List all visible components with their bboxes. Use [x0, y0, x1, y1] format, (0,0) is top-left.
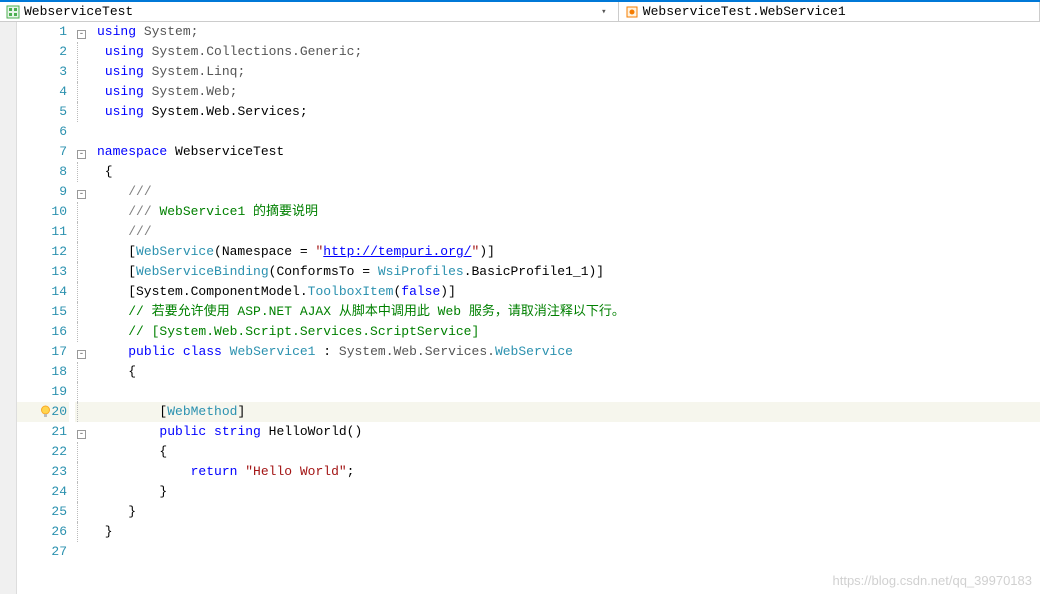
code-line: namespace WebserviceTest: [97, 142, 1040, 162]
code-line: ///: [97, 222, 1040, 242]
class-icon: [625, 5, 639, 19]
line-number: 3: [17, 62, 69, 82]
code-line: [97, 122, 1040, 142]
line-number: 25: [17, 502, 69, 522]
csharp-project-icon: [6, 5, 20, 19]
code-line: return "Hello World";: [97, 462, 1040, 482]
line-number: 24: [17, 482, 69, 502]
line-number: 6: [17, 122, 69, 142]
line-number: 13: [17, 262, 69, 282]
line-number: 12: [17, 242, 69, 262]
line-number: 26: [17, 522, 69, 542]
code-line: // [System.Web.Script.Services.ScriptSer…: [97, 322, 1040, 342]
code-line: {: [97, 442, 1040, 462]
code-line: public string HelloWorld(): [97, 422, 1040, 442]
code-line: // 若要允许使用 ASP.NET AJAX 从脚本中调用此 Web 服务，请取…: [97, 302, 1040, 322]
line-number: 18: [17, 362, 69, 382]
fold-column[interactable]: - - - - -: [75, 22, 97, 594]
breadcrumb-bar: WebserviceTest ▾ WebserviceTest.WebServi…: [0, 0, 1040, 22]
code-line: {: [97, 362, 1040, 382]
fold-toggle[interactable]: -: [77, 350, 86, 359]
fold-toggle[interactable]: -: [77, 150, 86, 159]
code-line: using System;: [97, 22, 1040, 42]
line-number: 17: [17, 342, 69, 362]
code-line: [97, 382, 1040, 402]
code-line: using System.Collections.Generic;: [97, 42, 1040, 62]
code-line: [WebService(Namespace = "http://tempuri.…: [97, 242, 1040, 262]
line-number: 2: [17, 42, 69, 62]
line-number: 22: [17, 442, 69, 462]
code-line: public class WebService1 : System.Web.Se…: [97, 342, 1040, 362]
code-line: {: [97, 162, 1040, 182]
line-number: 27: [17, 542, 69, 562]
code-line: /// WebService1 的摘要说明: [97, 202, 1040, 222]
line-number: 21: [17, 422, 69, 442]
code-line: [System.ComponentModel.ToolboxItem(false…: [97, 282, 1040, 302]
line-number: 10: [17, 202, 69, 222]
code-line: [WebServiceBinding(ConformsTo = WsiProfi…: [97, 262, 1040, 282]
code-line: using System.Web;: [97, 82, 1040, 102]
code-line: [WebMethod]: [97, 402, 1040, 422]
line-number: 9: [17, 182, 69, 202]
line-number: 5: [17, 102, 69, 122]
type-selector[interactable]: WebserviceTest.WebService1: [619, 2, 1040, 21]
code-line: }: [97, 502, 1040, 522]
line-number: 7: [17, 142, 69, 162]
line-number: 16: [17, 322, 69, 342]
code-line: using System.Linq;: [97, 62, 1040, 82]
line-number: 19: [17, 382, 69, 402]
code-line: using System.Web.Services;: [97, 102, 1040, 122]
vertical-scrollbar[interactable]: [0, 22, 17, 594]
fold-toggle[interactable]: -: [77, 430, 86, 439]
line-number: 14: [17, 282, 69, 302]
chevron-down-icon[interactable]: ▾: [596, 7, 612, 17]
lightbulb-icon[interactable]: [39, 405, 52, 425]
fold-toggle[interactable]: -: [77, 30, 86, 39]
line-number: 1: [17, 22, 69, 42]
line-number: 8: [17, 162, 69, 182]
code-line: }: [97, 482, 1040, 502]
line-number: 23: [17, 462, 69, 482]
line-number: 15: [17, 302, 69, 322]
fold-toggle[interactable]: -: [77, 190, 86, 199]
line-number-gutter: 1234567891011121314151617181920212223242…: [17, 22, 75, 594]
code-line: ///: [97, 182, 1040, 202]
code-editor[interactable]: 1234567891011121314151617181920212223242…: [0, 22, 1040, 594]
code-line: [97, 542, 1040, 562]
project-selector[interactable]: WebserviceTest ▾: [0, 2, 619, 21]
line-number: 4: [17, 82, 69, 102]
type-label: WebserviceTest.WebService1: [643, 4, 846, 19]
code-area[interactable]: using System; using System.Collections.G…: [97, 22, 1040, 594]
code-line: }: [97, 522, 1040, 542]
line-number: 11: [17, 222, 69, 242]
project-label: WebserviceTest: [24, 4, 133, 19]
